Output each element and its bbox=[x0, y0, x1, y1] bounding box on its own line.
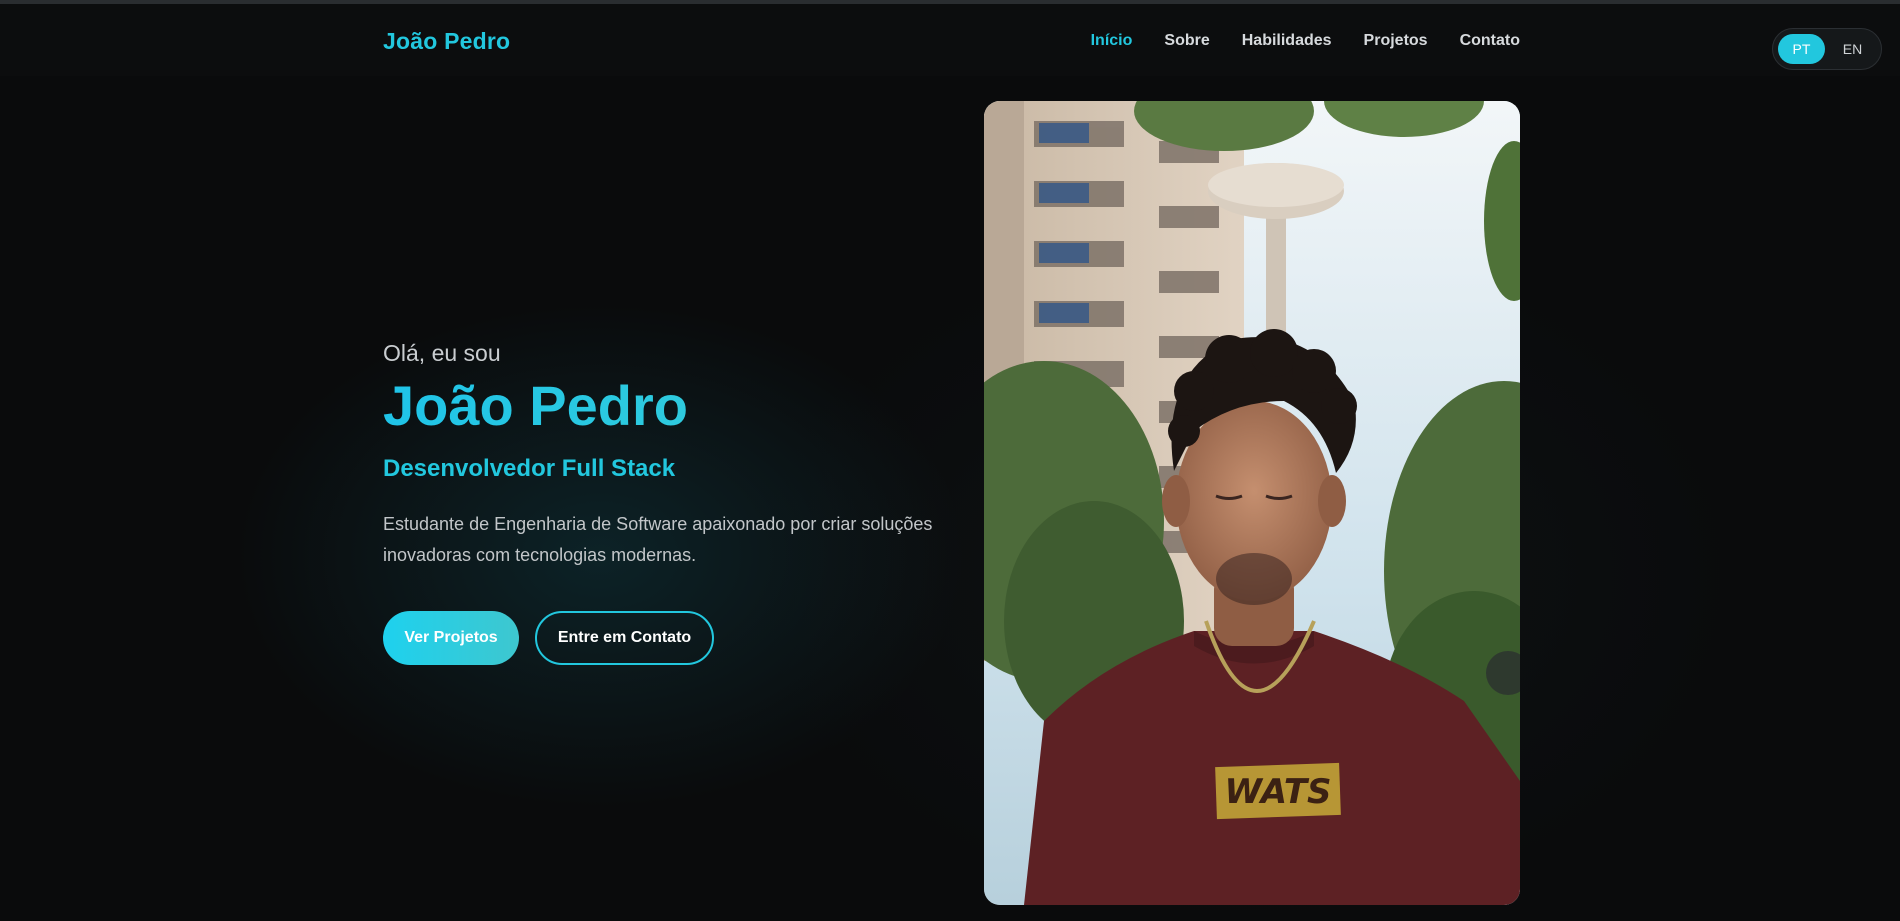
nav-item-projetos[interactable]: Projetos bbox=[1364, 32, 1428, 50]
shirt-logo-text: WATS bbox=[1224, 772, 1331, 812]
view-projects-button[interactable]: Ver Projetos bbox=[383, 611, 519, 665]
nav-item-sobre[interactable]: Sobre bbox=[1164, 32, 1209, 50]
profile-photo: WATS bbox=[984, 101, 1520, 905]
contact-button[interactable]: Entre em Contato bbox=[535, 611, 714, 665]
nav-item-inicio[interactable]: Início bbox=[1091, 32, 1133, 50]
language-switcher: PT EN bbox=[1772, 28, 1882, 70]
nav-item-habilidades[interactable]: Habilidades bbox=[1242, 32, 1332, 50]
main-nav: Início Sobre Habilidades Projetos Contat… bbox=[1091, 32, 1520, 50]
hero-description: Estudante de Engenharia de Software apai… bbox=[383, 513, 933, 565]
hero-role: Desenvolvedor Full Stack bbox=[383, 454, 676, 482]
hero-intro: Olá, eu sou João Pedro Desenvolvedor Ful… bbox=[383, 340, 943, 571]
nav-item-contato[interactable]: Contato bbox=[1460, 32, 1520, 50]
background-glow bbox=[0, 76, 1900, 921]
hero-name: João Pedro bbox=[383, 375, 943, 437]
hero-actions: Ver Projetos Entre em Contato bbox=[383, 611, 714, 665]
lang-pt-button[interactable]: PT bbox=[1778, 34, 1825, 64]
site-logo[interactable]: João Pedro bbox=[383, 28, 510, 55]
site-header: João Pedro Início Sobre Habilidades Proj… bbox=[0, 4, 1900, 76]
hero-greeting: Olá, eu sou bbox=[383, 340, 501, 366]
lang-en-button[interactable]: EN bbox=[1829, 34, 1876, 64]
